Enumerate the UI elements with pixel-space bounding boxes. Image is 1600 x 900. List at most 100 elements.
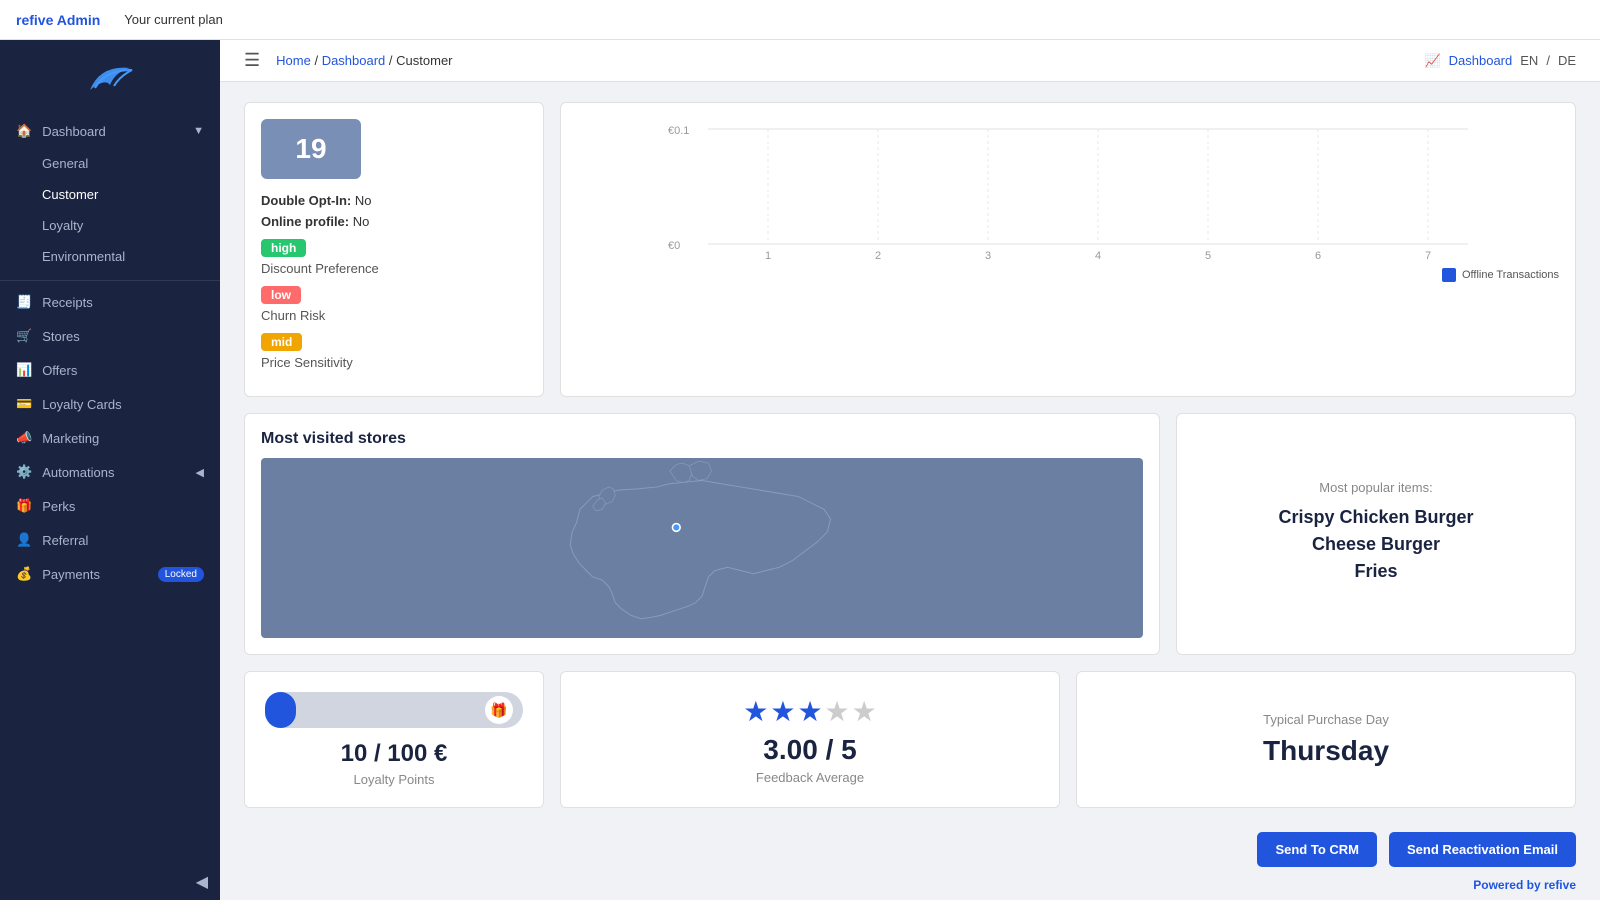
- sidebar-item-loyalty[interactable]: Loyalty: [0, 210, 220, 241]
- sidebar-label-marketing: Marketing: [42, 431, 99, 446]
- chart-card: €0.1 €0 1 2 3 4 5 6 7: [560, 102, 1576, 397]
- churn-label: Churn Risk: [261, 308, 527, 323]
- sidebar-item-payments[interactable]: 💰 Payments Locked: [0, 557, 220, 591]
- popular-item-1: Crispy Chicken Burger: [1278, 507, 1473, 528]
- popular-label: Most popular items:: [1319, 480, 1432, 495]
- star-1: ★: [743, 695, 768, 728]
- sidebar-label-perks: Perks: [42, 499, 75, 514]
- header-right: 📈 Dashboard EN / DE: [1424, 53, 1576, 69]
- hamburger-icon[interactable]: ☰: [244, 50, 260, 71]
- price-label: Price Sensitivity: [261, 355, 527, 370]
- sidebar-item-customer[interactable]: Customer: [0, 179, 220, 210]
- chart-area: €0.1 €0 1 2 3 4 5 6 7: [577, 119, 1559, 279]
- breadcrumb: Home / Dashboard / Customer: [276, 53, 452, 68]
- sidebar-item-referral[interactable]: 👤 Referral: [0, 523, 220, 557]
- feedback-score: 3.00 / 5: [763, 734, 856, 766]
- send-reactivation-button[interactable]: Send Reactivation Email: [1389, 832, 1576, 867]
- topbar-plan: Your current plan: [124, 12, 223, 27]
- breadcrumb-dashboard[interactable]: Dashboard: [322, 53, 386, 68]
- feedback-card: ★ ★ ★ ★ ★ 3.00 / 5 Feedback Average: [560, 671, 1060, 808]
- app-body: 🏠 Dashboard ▼ General Customer Loyalty E…: [0, 40, 1600, 900]
- loyalty-points-label: Loyalty Points: [354, 772, 435, 787]
- breadcrumb-customer: Customer: [396, 53, 452, 68]
- perks-icon: 🎁: [16, 498, 32, 514]
- send-to-crm-button[interactable]: Send To CRM: [1257, 832, 1377, 867]
- sidebar-item-offers[interactable]: 📊 Offers: [0, 353, 220, 387]
- sidebar-item-loyalty-cards[interactable]: 💳 Loyalty Cards: [0, 387, 220, 421]
- dashboard-icon: 🏠: [16, 123, 32, 139]
- svg-text:3: 3: [985, 250, 991, 259]
- svg-text:€0.1: €0.1: [668, 125, 689, 137]
- middle-row: Most visited stores: [244, 413, 1576, 655]
- svg-text:7: 7: [1425, 250, 1431, 259]
- sidebar-label-referral: Referral: [42, 533, 88, 548]
- content-area: ☰ Home / Dashboard / Customer 📈 Dashboar…: [220, 40, 1600, 900]
- star-2: ★: [770, 695, 795, 728]
- top-row: 19 Double Opt-In: No Online profile: No …: [244, 102, 1576, 397]
- popular-item-2: Cheese Burger: [1312, 534, 1440, 555]
- discount-label: Discount Preference: [261, 261, 527, 276]
- svg-text:6: 6: [1315, 250, 1321, 259]
- sidebar-item-stores[interactable]: 🛒 Stores: [0, 319, 220, 353]
- sidebar-label-receipts: Receipts: [42, 295, 93, 310]
- star-5: ★: [852, 695, 877, 728]
- powered-by-label: Powered by: [1473, 878, 1540, 892]
- offers-icon: 📊: [16, 362, 32, 378]
- powered-by-brand: refive: [1544, 878, 1576, 892]
- lang-de[interactable]: DE: [1558, 53, 1576, 68]
- purchase-day-label: Typical Purchase Day: [1263, 712, 1389, 727]
- breadcrumb-home[interactable]: Home: [276, 53, 311, 68]
- legend-dot: [1442, 268, 1456, 282]
- purchase-day-value: Thursday: [1263, 735, 1389, 767]
- collapse-icon: ◀: [196, 872, 208, 892]
- main-content: 19 Double Opt-In: No Online profile: No …: [220, 82, 1600, 870]
- sidebar-item-general[interactable]: General: [0, 148, 220, 179]
- sidebar-collapse[interactable]: ◀: [0, 864, 220, 900]
- map-title: Most visited stores: [261, 430, 1143, 448]
- sidebar-item-dashboard[interactable]: 🏠 Dashboard ▼: [0, 114, 220, 148]
- svg-text:€0: €0: [668, 240, 680, 252]
- stores-icon: 🛒: [16, 328, 32, 344]
- sidebar-item-automations[interactable]: ⚙️ Automations ◀: [0, 455, 220, 489]
- chart-svg: €0.1 €0 1 2 3 4 5 6 7: [577, 119, 1559, 259]
- sidebar-item-marketing[interactable]: 📣 Marketing: [0, 421, 220, 455]
- sidebar-item-environmental[interactable]: Environmental: [0, 241, 220, 272]
- chevron-left-icon: ◀: [196, 466, 204, 479]
- automations-icon: ⚙️: [16, 464, 32, 480]
- feedback-label: Feedback Average: [756, 770, 864, 785]
- online-profile-row: Online profile: No: [261, 214, 527, 229]
- sidebar-sub-dashboard: General Customer Loyalty Environmental: [0, 148, 220, 272]
- customer-info-card: 19 Double Opt-In: No Online profile: No …: [244, 102, 544, 397]
- sidebar-label-offers: Offers: [42, 363, 77, 378]
- price-badge: mid: [261, 333, 302, 351]
- europe-map: [261, 458, 1143, 638]
- loyalty-points-card: 🎁 10 / 100 € Loyalty Points: [244, 671, 544, 808]
- svg-text:4: 4: [1095, 250, 1101, 259]
- logo-icon: [80, 60, 140, 100]
- footer: Powered by refive: [220, 870, 1600, 900]
- customer-number: 19: [261, 119, 361, 179]
- payments-icon: 💰: [16, 566, 32, 582]
- loyalty-gift-icon: 🎁: [485, 696, 513, 724]
- double-opt-in-row: Double Opt-In: No: [261, 193, 527, 208]
- content-header: ☰ Home / Dashboard / Customer 📈 Dashboar…: [220, 40, 1600, 82]
- header-dashboard-link[interactable]: Dashboard: [1449, 53, 1513, 68]
- legend-label: Offline Transactions: [1462, 269, 1559, 281]
- loyalty-cards-icon: 💳: [16, 396, 32, 412]
- sidebar: 🏠 Dashboard ▼ General Customer Loyalty E…: [0, 40, 220, 900]
- lang-separator: EN: [1520, 53, 1538, 68]
- star-rating: ★ ★ ★ ★ ★: [743, 695, 877, 728]
- sidebar-item-perks[interactable]: 🎁 Perks: [0, 489, 220, 523]
- bottom-row: 🎁 10 / 100 € Loyalty Points ★ ★ ★ ★ ★ 3.…: [244, 671, 1576, 808]
- marketing-icon: 📣: [16, 430, 32, 446]
- loyalty-slider: 🎁: [265, 692, 523, 728]
- chart-legend: Offline Transactions: [577, 268, 1559, 282]
- sidebar-item-receipts[interactable]: 🧾 Receipts: [0, 285, 220, 319]
- sidebar-label-dashboard: Dashboard: [42, 124, 106, 139]
- receipts-icon: 🧾: [16, 294, 32, 310]
- svg-text:1: 1: [765, 250, 771, 259]
- map-container: [261, 458, 1143, 638]
- chevron-down-icon: ▼: [193, 125, 204, 137]
- sidebar-logo: [0, 40, 220, 110]
- action-row: Send To CRM Send Reactivation Email: [244, 824, 1576, 870]
